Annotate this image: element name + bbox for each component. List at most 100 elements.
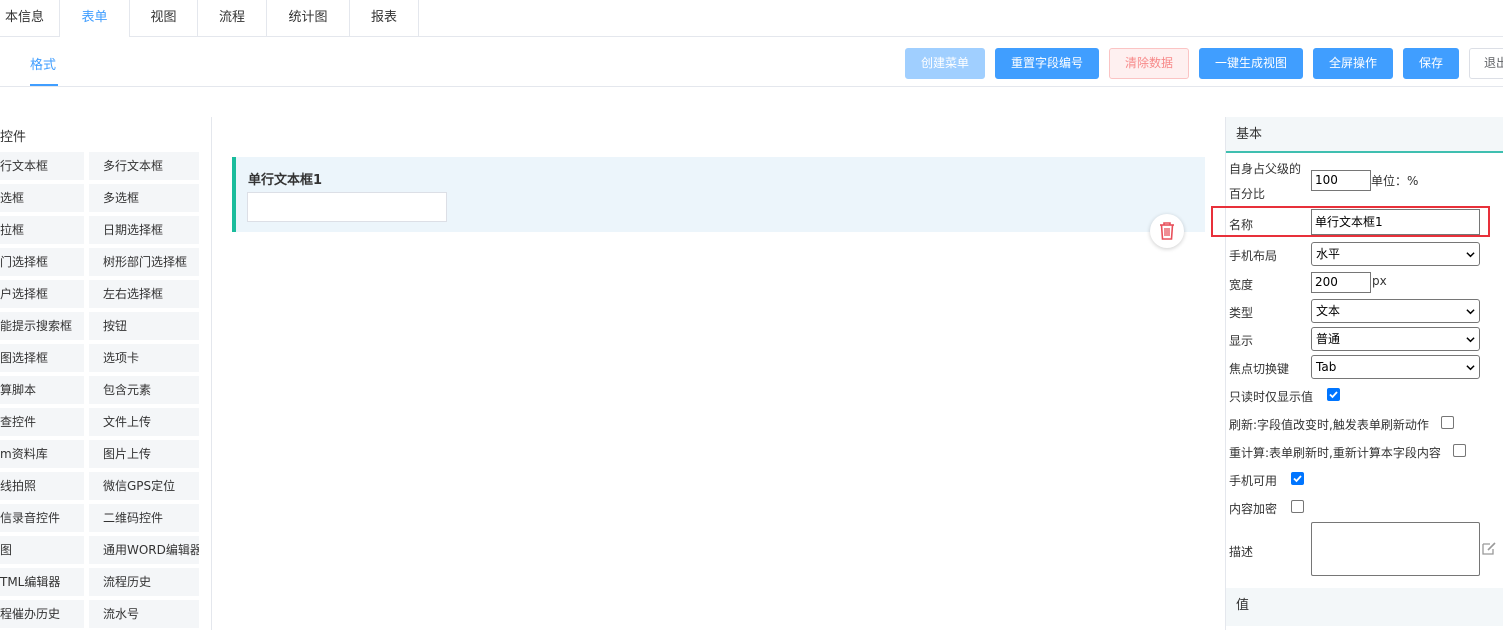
palette-item[interactable]: 按钮 <box>89 312 199 340</box>
palette-item-label: 选项卡 <box>103 351 140 365</box>
palette-item-label: 图 <box>0 543 13 557</box>
chevron-down-icon <box>1466 337 1475 343</box>
palette-item[interactable]: 图 <box>0 536 84 564</box>
palette-item[interactable]: 多行文本框 <box>89 152 199 180</box>
palette-item[interactable]: 户选择框 <box>0 280 84 308</box>
display-label: 显示 <box>1229 334 1254 348</box>
palette-item[interactable]: 程催办历史 <box>0 600 84 628</box>
palette-item[interactable]: 行文本框 <box>0 152 84 180</box>
tab-view[interactable]: 视图 <box>130 0 198 37</box>
palette-item[interactable]: 图片上传 <box>89 440 199 468</box>
palette-item-label: 门选择框 <box>0 255 49 269</box>
check-icon <box>1293 475 1302 483</box>
encrypt-checkbox[interactable] <box>1291 500 1304 513</box>
form-field-block[interactable]: 单行文本框1 <box>232 157 1205 232</box>
generate-view-button[interactable]: 一键生成视图 <box>1199 48 1303 79</box>
focus-key-label: 焦点切换键 <box>1229 362 1290 376</box>
percent-input[interactable]: 100 <box>1311 170 1371 191</box>
palette-item-label: 日期选择框 <box>103 223 164 237</box>
palette-item-label: 查控件 <box>0 415 37 429</box>
palette-item-label: 左右选择框 <box>103 287 164 301</box>
tab-flow[interactable]: 流程 <box>198 0 267 37</box>
palette-item-label: 拉框 <box>0 223 25 237</box>
clear-data-button[interactable]: 清除数据 <box>1109 48 1189 79</box>
mobile-layout-value: 水平 <box>1316 247 1341 261</box>
palette-item[interactable]: TML编辑器 <box>0 568 84 596</box>
readonly-checkbox[interactable] <box>1327 388 1340 401</box>
palette-item[interactable]: 信录音控件 <box>0 504 84 532</box>
tab-form[interactable]: 表单 <box>60 0 130 37</box>
refresh-label: 刷新:字段值改变时,触发表单刷新动作 <box>1229 418 1429 432</box>
create-menu-button[interactable]: 创建菜单 <box>905 48 985 79</box>
palette-item[interactable]: 门选择框 <box>0 248 84 276</box>
refresh-checkbox[interactable] <box>1441 416 1454 429</box>
palette-item-label: 微信GPS定位 <box>103 479 176 493</box>
palette-item[interactable]: 日期选择框 <box>89 216 199 244</box>
percent-label-line2: 百分比 <box>1229 187 1266 201</box>
edit-icon[interactable] <box>1481 542 1497 556</box>
palette-item[interactable]: 图选择框 <box>0 344 84 372</box>
description-textarea[interactable] <box>1311 522 1480 576</box>
palette-item[interactable]: 左右选择框 <box>89 280 199 308</box>
tab-basic-info[interactable]: 本信息 <box>0 0 60 37</box>
palette-item-label: 多选框 <box>103 191 140 205</box>
width-input[interactable]: 200 <box>1311 272 1371 293</box>
focus-key-select[interactable]: Tab <box>1311 355 1480 379</box>
tab-chart[interactable]: 统计图 <box>267 0 350 37</box>
basic-section-header[interactable]: 基本 <box>1226 117 1503 153</box>
delete-field-button[interactable] <box>1150 214 1184 248</box>
palette-item-label: m资料库 <box>0 447 48 461</box>
exit-button[interactable]: 退出 <box>1469 48 1503 79</box>
type-value: 文本 <box>1316 304 1341 318</box>
palette-item[interactable]: 拉框 <box>0 216 84 244</box>
palette-item-label: 多行文本框 <box>103 159 164 173</box>
palette-item[interactable]: 通用WORD编辑器 <box>89 536 199 564</box>
palette-title: 控件 <box>0 130 27 145</box>
active-tab-indicator <box>30 84 58 86</box>
palette-item[interactable]: 微信GPS定位 <box>89 472 199 500</box>
palette-item[interactable]: 二维码控件 <box>89 504 199 532</box>
palette-item-label: 包含元素 <box>103 383 152 397</box>
tab-format[interactable]: 格式 <box>30 54 56 73</box>
palette-item-label: 按钮 <box>103 319 128 333</box>
save-button[interactable]: 保存 <box>1403 48 1459 79</box>
recalc-checkbox[interactable] <box>1453 444 1466 457</box>
field-text-input[interactable] <box>247 192 447 222</box>
palette-item[interactable]: 查控件 <box>0 408 84 436</box>
palette-item[interactable]: 算脚本 <box>0 376 84 404</box>
palette-item[interactable]: m资料库 <box>0 440 84 468</box>
palette-item[interactable]: 流水号 <box>89 600 199 628</box>
palette-item[interactable]: 流程历史 <box>89 568 199 596</box>
width-label: 宽度 <box>1229 278 1254 292</box>
palette-item[interactable]: 能提示搜索框 <box>0 312 84 340</box>
type-label: 类型 <box>1229 306 1254 320</box>
palette-item[interactable]: 树形部门选择框 <box>89 248 199 276</box>
palette-item[interactable]: 选项卡 <box>89 344 199 372</box>
palette-item-label: 通用WORD编辑器 <box>103 543 199 557</box>
fullscreen-button[interactable]: 全屏操作 <box>1313 48 1393 79</box>
mobile-layout-select[interactable]: 水平 <box>1311 242 1480 266</box>
palette-item-label: 程催办历史 <box>0 607 61 621</box>
chevron-down-icon <box>1466 365 1475 371</box>
value-section-header[interactable]: 值 <box>1226 588 1503 626</box>
focus-key-value: Tab <box>1316 360 1337 374</box>
sub-toolbar: 格式 创建菜单 重置字段编号 清除数据 一键生成视图 全屏操作 保存 退出 <box>0 37 1503 87</box>
reset-field-number-button[interactable]: 重置字段编号 <box>995 48 1099 79</box>
palette-item[interactable]: 选框 <box>0 184 84 212</box>
palette-item-label: 选框 <box>0 191 25 205</box>
palette-item[interactable]: 包含元素 <box>89 376 199 404</box>
palette-item-label: TML编辑器 <box>0 575 61 589</box>
recalc-label: 重计算:表单刷新时,重新计算本字段内容 <box>1229 446 1441 460</box>
trash-icon <box>1160 222 1174 240</box>
tab-report[interactable]: 报表 <box>350 0 419 37</box>
palette-item[interactable]: 线拍照 <box>0 472 84 500</box>
display-select[interactable]: 普通 <box>1311 327 1480 351</box>
palette-item[interactable]: 文件上传 <box>89 408 199 436</box>
mobile-enabled-checkbox[interactable] <box>1291 472 1304 485</box>
check-icon <box>1329 391 1338 399</box>
palette-item-label: 树形部门选择框 <box>103 255 188 269</box>
palette-item-label: 二维码控件 <box>103 511 164 525</box>
palette-item-label: 线拍照 <box>0 479 37 493</box>
palette-item[interactable]: 多选框 <box>89 184 199 212</box>
type-select[interactable]: 文本 <box>1311 299 1480 323</box>
